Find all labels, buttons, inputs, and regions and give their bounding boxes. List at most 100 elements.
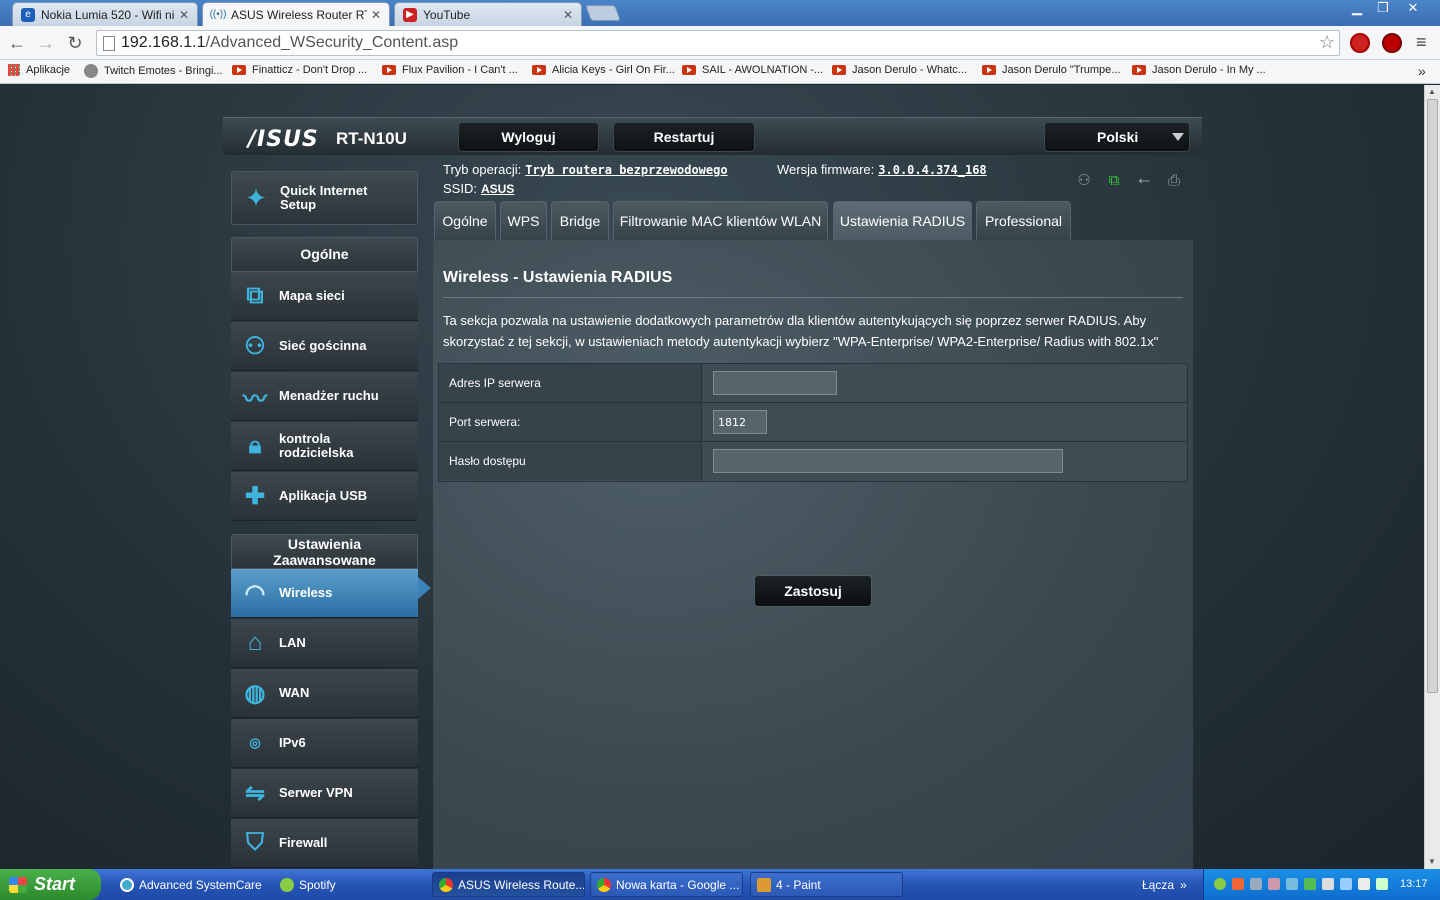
- tab-wps[interactable]: WPS: [500, 201, 547, 240]
- browser-tab-nokia[interactable]: e Nokia Lumia 520 - Wifi nie po ✕: [12, 2, 198, 26]
- scroll-thumb[interactable]: [1427, 99, 1438, 693]
- sidebar-item-wireless[interactable]: ◠ Wireless: [231, 569, 418, 618]
- server-port-input[interactable]: [713, 410, 767, 434]
- more-bookmarks-icon[interactable]: »: [1418, 63, 1426, 79]
- tray-icon[interactable]: [1232, 878, 1244, 890]
- taskbar-item-systemcare[interactable]: Advanced SystemCare: [114, 872, 274, 897]
- ssid-label: SSID:: [443, 181, 477, 196]
- volume-icon[interactable]: [1358, 878, 1370, 890]
- bookmark-item[interactable]: Jason Derulo "Trumpe...: [982, 64, 1120, 76]
- table-row: Hasło dostępu: [439, 442, 1187, 481]
- op-mode-link[interactable]: Tryb routera bezprzewodowego: [525, 163, 727, 177]
- browser-tab-youtube[interactable]: ▶ YouTube ✕: [394, 2, 582, 26]
- sidebar-item-wan[interactable]: ◍ WAN: [231, 669, 418, 718]
- clients-icon[interactable]: ⚇: [1074, 173, 1094, 189]
- extension-icon[interactable]: [1350, 33, 1370, 53]
- shield-icon: ⛉: [246, 829, 264, 856]
- tray-icon[interactable]: [1268, 878, 1280, 890]
- apply-button[interactable]: Zastosuj: [754, 575, 872, 607]
- tray-icon[interactable]: [1340, 878, 1352, 890]
- bookmark-item[interactable]: Finatticz - Don't Drop ...: [232, 64, 367, 76]
- sidebar-item-vpn[interactable]: ⇋ Serwer VPN: [231, 769, 418, 818]
- taskbar-item-new-tab[interactable]: Nowa karta - Google ...: [590, 872, 743, 897]
- vertical-scrollbar[interactable]: ▲ ▼: [1424, 85, 1440, 869]
- tab-mac-filter[interactable]: Filtrowanie MAC klientów WLAN: [613, 201, 828, 240]
- new-tab-button[interactable]: [585, 5, 621, 21]
- model-name: RT-N10U: [336, 129, 407, 148]
- server-ip-input[interactable]: [713, 371, 837, 395]
- language-select[interactable]: Polski: [1044, 122, 1190, 152]
- sidebar-item-firewall[interactable]: ⛉ Firewall: [231, 819, 418, 868]
- logout-button[interactable]: Wyloguj: [458, 122, 599, 152]
- bookmark-apps[interactable]: Aplikacje: [8, 64, 70, 76]
- back-icon[interactable]: ←: [5, 31, 29, 55]
- close-window-icon[interactable]: ✕: [1400, 0, 1426, 18]
- links-toolbar[interactable]: Łącza »: [1136, 872, 1196, 897]
- bookmark-item[interactable]: SAIL - AWOLNATION -...: [682, 64, 823, 76]
- youtube-icon: ▶: [403, 7, 417, 22]
- firmware-link[interactable]: 3.0.0.4.374_168: [878, 163, 986, 177]
- chrome-icon: [597, 877, 611, 892]
- sidebar-item-guest-network[interactable]: ⚇ Sieć gościnna: [231, 322, 418, 371]
- bookmark-item[interactable]: Alicia Keys - Girl On Fir...: [532, 64, 675, 76]
- menu-icon[interactable]: ≡: [1416, 33, 1434, 51]
- reload-icon[interactable]: ↻: [63, 31, 87, 55]
- url-text[interactable]: 192.168.1.1/Advanced_WSecurity_Content.a…: [121, 34, 458, 52]
- sidebar-item-network-map[interactable]: ⧉ Mapa sieci: [231, 272, 418, 321]
- tray-icon[interactable]: [1286, 878, 1298, 890]
- restart-button[interactable]: Restartuj: [613, 122, 755, 152]
- tab-bridge[interactable]: Bridge: [551, 201, 609, 240]
- traffic-chart-icon: 〰: [243, 385, 267, 413]
- asus-logo: /ISUS: [248, 127, 319, 152]
- qis-label: Quick Internet Setup: [280, 183, 368, 212]
- minimize-icon[interactable]: ▁: [1344, 0, 1370, 18]
- tray-icon[interactable]: [1322, 878, 1334, 890]
- spotify-tray-icon[interactable]: [1214, 878, 1226, 890]
- lock-icon: 🔒︎: [248, 432, 262, 459]
- general-header: Ogólne: [300, 246, 349, 262]
- taskbar-item-spotify[interactable]: Spotify: [274, 872, 424, 897]
- tab-title: ASUS Wireless Router RT-N1: [231, 7, 367, 22]
- tab-general[interactable]: Ogólne: [434, 201, 496, 240]
- address-bar[interactable]: 192.168.1.1/Advanced_WSecurity_Content.a…: [96, 30, 1340, 56]
- quick-internet-setup-button[interactable]: ✦ Quick Internet Setup: [231, 171, 418, 225]
- network-status-icon[interactable]: ⧉: [1104, 173, 1124, 189]
- close-tab-icon[interactable]: ✕: [179, 8, 189, 22]
- bookmark-item[interactable]: Jason Derulo - Whatc...: [832, 64, 967, 76]
- scroll-down-icon[interactable]: ▼: [1428, 857, 1436, 866]
- tray-icon[interactable]: [1376, 878, 1388, 890]
- sidebar-item-usb-app[interactable]: ✚ Aplikacja USB: [231, 472, 418, 521]
- taskbar-item-asus[interactable]: ASUS Wireless Route...: [432, 872, 585, 897]
- start-button[interactable]: Start: [0, 869, 101, 900]
- scroll-up-icon[interactable]: ▲: [1428, 87, 1436, 96]
- forward-icon[interactable]: →: [34, 31, 58, 55]
- usb-icon[interactable]: ⭠: [1134, 173, 1154, 189]
- tab-radius[interactable]: Ustawienia RADIUS: [833, 201, 972, 240]
- close-tab-icon[interactable]: ✕: [371, 8, 381, 22]
- sidebar-item-parental-control[interactable]: 🔒︎ kontrola rodzicielska: [231, 422, 418, 471]
- tray-icon[interactable]: [1250, 878, 1262, 890]
- vpn-icon: ⇋: [244, 779, 266, 807]
- bookmark-item[interactable]: Flux Pavilion - I Can't ...: [382, 64, 518, 76]
- bookmark-item[interactable]: Twitch Emotes - Bringi...: [84, 64, 223, 78]
- sidebar-item-lan[interactable]: ⌂ LAN: [231, 619, 418, 668]
- restore-icon[interactable]: ❐: [1370, 0, 1396, 18]
- taskbar-label: Nowa karta - Google ...: [616, 877, 740, 892]
- extension-icon[interactable]: [1382, 33, 1402, 53]
- browser-tab-asus[interactable]: ((•)) ASUS Wireless Router RT-N1 ✕: [202, 2, 390, 26]
- close-tab-icon[interactable]: ✕: [563, 8, 573, 22]
- taskbar-item-paint[interactable]: 4 - Paint: [750, 872, 903, 897]
- tab-professional[interactable]: Professional: [976, 201, 1071, 240]
- password-input[interactable]: [713, 449, 1063, 473]
- ssid-link[interactable]: ASUS: [481, 182, 514, 196]
- youtube-icon: [982, 65, 996, 75]
- printer-icon[interactable]: ⎙: [1164, 173, 1184, 189]
- sidebar-item-label: WAN: [279, 685, 310, 700]
- url-host: 192.168.1.1: [121, 34, 206, 51]
- bookmark-item[interactable]: Jason Derulo - In My ...: [1132, 64, 1266, 76]
- start-label: Start: [34, 874, 76, 894]
- network-tray-icon[interactable]: [1304, 878, 1316, 890]
- bookmark-star-icon[interactable]: ☆: [1319, 32, 1335, 53]
- sidebar-item-traffic-manager[interactable]: 〰 Menadżer ruchu: [231, 372, 418, 421]
- sidebar-item-ipv6[interactable]: ◎ IPv6: [231, 719, 418, 768]
